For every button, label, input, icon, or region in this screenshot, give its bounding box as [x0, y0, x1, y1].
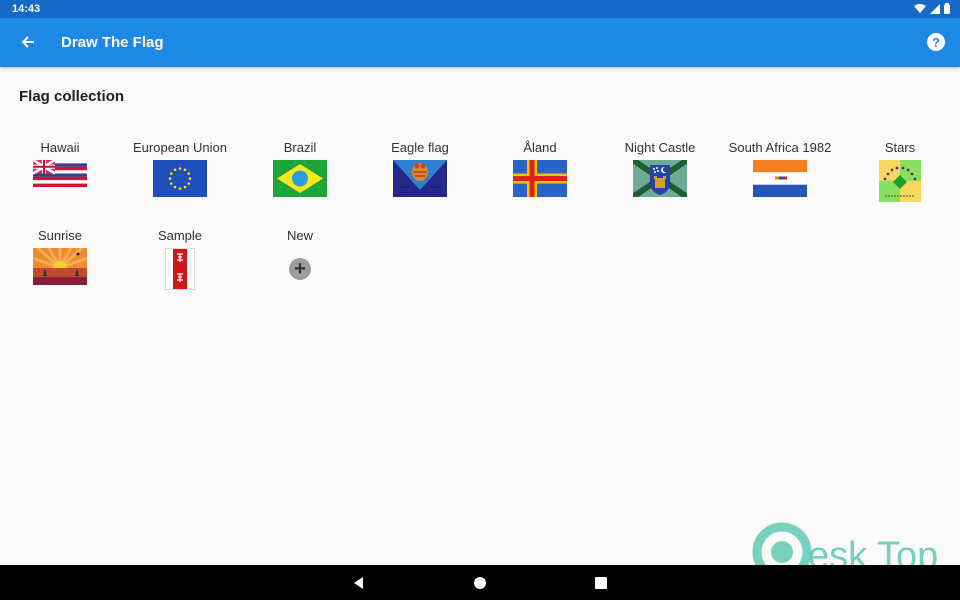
- aland-flag-thumbnail: [513, 160, 567, 197]
- help-button[interactable]: ?: [927, 33, 945, 51]
- eu-star: [168, 177, 172, 180]
- flag-label: South Africa 1982: [728, 140, 832, 155]
- app-title: Draw The Flag: [61, 34, 164, 51]
- new-flag-tile[interactable]: New +: [240, 226, 360, 306]
- section-title: Flag collection: [19, 88, 125, 105]
- brazil-flag-thumbnail: [273, 160, 327, 197]
- help-circle-icon: ?: [932, 34, 940, 50]
- eu-star: [178, 167, 182, 170]
- flag-tile-sunrise[interactable]: Sunrise: [0, 226, 120, 306]
- status-bar: 14:43: [0, 0, 960, 18]
- flag-label: Brazil: [283, 140, 317, 155]
- back-button[interactable]: [16, 30, 40, 54]
- night-castle-flag-thumbnail: [633, 160, 687, 197]
- eu-star: [183, 185, 187, 189]
- status-time: 14:43: [12, 3, 41, 15]
- arrow-left-icon: [21, 36, 34, 48]
- eu-star: [188, 177, 192, 180]
- flag-tile-european-union[interactable]: European Union: [120, 138, 240, 218]
- flag-label: Night Castle: [624, 140, 696, 155]
- flag-tile-eagle-flag[interactable]: Eagle flag: [360, 138, 480, 218]
- flag-label: Eagle flag: [391, 140, 449, 155]
- stars-flag-thumbnail: [879, 160, 921, 202]
- eu-star: [187, 182, 190, 185]
- hawaii-flag-thumbnail: [33, 160, 87, 187]
- flag-label: Sample: [157, 228, 203, 243]
- nav-home-icon[interactable]: [471, 574, 489, 592]
- flag-tile-aland[interactable]: Åland: [480, 138, 600, 218]
- flag-label: Åland: [523, 140, 557, 155]
- add-icon[interactable]: +: [289, 258, 311, 280]
- app-bar: Draw The Flag ?: [0, 18, 960, 67]
- flag-tile-south-africa-1982[interactable]: South Africa 1982: [720, 138, 840, 218]
- eu-star: [173, 185, 177, 189]
- eu-flag-thumbnail: [153, 160, 207, 197]
- nav-back-icon[interactable]: [350, 574, 368, 592]
- flag-label: Sunrise: [37, 228, 83, 243]
- nav-recents-icon[interactable]: [592, 574, 610, 592]
- eu-star: [170, 182, 173, 185]
- flag-tile-brazil[interactable]: Brazil: [240, 138, 360, 218]
- eu-star: [173, 168, 177, 172]
- sunrise-flag-thumbnail: [33, 248, 87, 285]
- flag-tile-hawaii[interactable]: Hawaii: [0, 138, 120, 218]
- wifi-icon: [914, 3, 926, 13]
- eu-star: [178, 187, 182, 190]
- eu-star: [183, 168, 187, 172]
- flag-label: Stars: [884, 140, 916, 155]
- new-flag-label: New: [286, 228, 313, 243]
- system-nav-bar: [0, 565, 960, 600]
- status-icons: [914, 3, 950, 14]
- eagle-flag-thumbnail: [393, 160, 447, 197]
- flag-label: Hawaii: [40, 140, 80, 155]
- battery-icon: [944, 3, 950, 14]
- flag-tile-sample[interactable]: Sample: [120, 226, 240, 306]
- flag-tile-stars[interactable]: Stars: [840, 138, 960, 218]
- flag-tile-night-castle[interactable]: Night Castle: [600, 138, 720, 218]
- south-africa-1982-flag-thumbnail: [753, 160, 807, 197]
- signal-icon: [930, 3, 940, 14]
- sample-flag-thumbnail: [165, 248, 195, 290]
- eu-star: [187, 172, 190, 175]
- eu-star: [170, 172, 173, 175]
- flag-label: European Union: [133, 140, 227, 155]
